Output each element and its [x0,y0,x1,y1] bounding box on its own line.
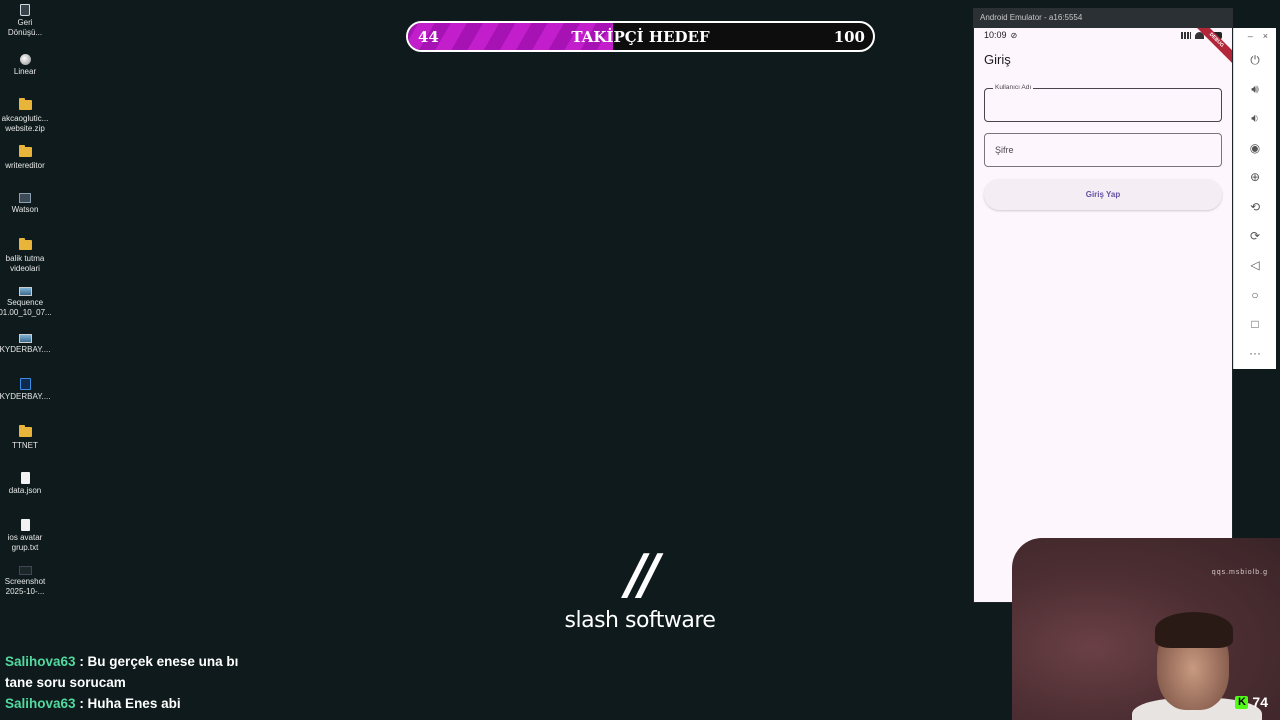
zip-folder-icon [18,98,32,110]
volume-up-icon[interactable]: 🔊︎ [1247,81,1263,97]
desktop-icon-kyderbay-image[interactable]: KYDERBAY.... [0,334,50,355]
chat-message: Salihova63 : Bu gerçek enese una bı tane… [5,651,255,693]
desktop-icon-label: ios avatar grup.txt [7,533,43,552]
username-field[interactable]: Kullanıcı Adı [984,84,1222,122]
more-icon[interactable]: ··· [1247,345,1263,361]
desktop-icon-label: Geri Dönüşü... [7,18,43,37]
image-file-icon [18,566,32,575]
photoshop-file-icon [19,378,31,390]
desktop-icon-balik-tutma[interactable]: balik tutma videolari [0,238,50,274]
folder-icon [18,238,32,250]
file-icon [20,472,30,484]
camera-icon[interactable]: ◉ [1247,140,1263,156]
desktop-icon-label: Linear [13,67,37,76]
phone-screen: 10:09 ⊘ DEBUG Giriş Kullanıcı Adı Şifre … [974,28,1232,602]
streamer-hair [1155,612,1233,648]
desktop-icon-label: Sequence 01.00_10_07... [0,298,52,317]
text-file-icon [20,519,30,531]
desktop-icon-label: writereditor [5,161,45,170]
chat-overlay: Salihova63 : Bu gerçek enese una bı tane… [5,651,255,714]
image-file-icon [18,287,32,296]
kick-logo-icon: K [1235,695,1249,709]
goal-title: TAKİPÇİ HEDEF [571,27,710,46]
home-icon[interactable]: ○ [1247,287,1263,303]
power-icon[interactable]: ⏻ [1247,52,1263,68]
login-button[interactable]: Giriş Yap [984,179,1222,210]
password-field[interactable]: Şifre [984,133,1222,167]
desktop-icon-writereditor[interactable]: writereditor [0,145,50,171]
linear-app-icon [19,54,31,65]
desktop-icon-recycle-bin[interactable]: Geri Dönüşü... [0,4,50,38]
chat-username: Salihova63 [5,654,76,669]
webcam-overlay: qqs.msbiolb.g K 74 [1012,538,1280,720]
recycle-bin-icon [20,4,30,16]
desktop-icon-label: Watson [11,205,39,214]
image-file-icon [18,334,32,343]
desktop-icon-ttnet[interactable]: TTNET [0,425,50,451]
goal-target-count: 100 [833,27,865,46]
desktop-icon-data-json[interactable]: data.json [0,472,50,496]
desktop-icon-label: TTNET [12,441,38,450]
chat-text: : Huha Enes abi [79,696,181,711]
minimize-icon[interactable]: – [1248,31,1253,43]
emulator-title[interactable]: Android Emulator - a16:5554 [973,8,1233,28]
desktop-icon-label: KYDERBAY.... [0,345,51,354]
desktop-icon-watson[interactable]: Watson [0,193,50,215]
desktop-icon-label: data.json [8,486,42,495]
status-bar: 10:09 ⊘ [974,28,1232,42]
follower-goal-bar: 44 TAKİPÇİ HEDEF 100 [406,21,875,52]
emulator-toolbar: – × ⏻ 🔊︎ 🔉︎ ◉ ⊕ ⟲ ⟳ ◁ ○ □ ··· [1233,28,1276,369]
desktop-icon-website-zip[interactable]: akcaoglutic... website.zip [0,98,50,134]
desktop-icon-label: Screenshot 2025-10-... [4,577,46,596]
notification-icon: ⊘ [1010,30,1018,40]
zoom-icon[interactable]: ⊕ [1247,169,1263,185]
chat-username: Salihova63 [5,696,76,711]
overview-icon[interactable]: □ [1247,316,1263,332]
logo-text: slash software [564,608,716,633]
desktop-icon-sequence[interactable]: Sequence 01.00_10_07... [0,287,52,318]
password-placeholder: Şifre [995,145,1014,155]
android-emulator-window: Android Emulator - a16:5554 10:09 ⊘ DEBU… [973,8,1233,603]
folder-icon [18,145,32,157]
volume-down-icon[interactable]: 🔉︎ [1247,110,1263,126]
viewer-count-badge: K 74 [1235,694,1268,710]
background-text: qqs.msbiolb.g [1211,569,1268,576]
desktop-icon-label: KYDERBAY.... [0,392,51,401]
desktop-icon-ios-avatar[interactable]: ios avatar grup.txt [0,519,50,553]
desktop-icon-kyderbay-psd[interactable]: KYDERBAY.... [0,378,50,402]
desktop-icon-linear[interactable]: Linear [0,54,50,77]
folder-icon [18,425,32,437]
close-icon[interactable]: × [1263,31,1268,43]
slash-software-logo: // slash software [540,543,740,634]
username-label: Kullanıcı Adı [993,84,1034,91]
desktop-icon-label: akcaoglutic... website.zip [1,114,49,133]
status-time: 10:09 [984,30,1007,40]
app-icon [19,193,31,203]
rotate-right-icon[interactable]: ⟳ [1247,228,1263,244]
rotate-left-icon[interactable]: ⟲ [1247,199,1263,215]
logo-mark: // [626,543,659,606]
app-title: Giriş [984,52,1011,67]
back-icon[interactable]: ◁ [1247,257,1263,273]
signal-icon [1181,31,1191,39]
chat-message: Salihova63 : Huha Enes abi [5,693,255,714]
desktop-icon-screenshot[interactable]: Screenshot 2025-10-... [0,566,50,597]
desktop-icon-label: balik tutma videolari [5,254,45,273]
viewer-count: 74 [1252,694,1268,710]
